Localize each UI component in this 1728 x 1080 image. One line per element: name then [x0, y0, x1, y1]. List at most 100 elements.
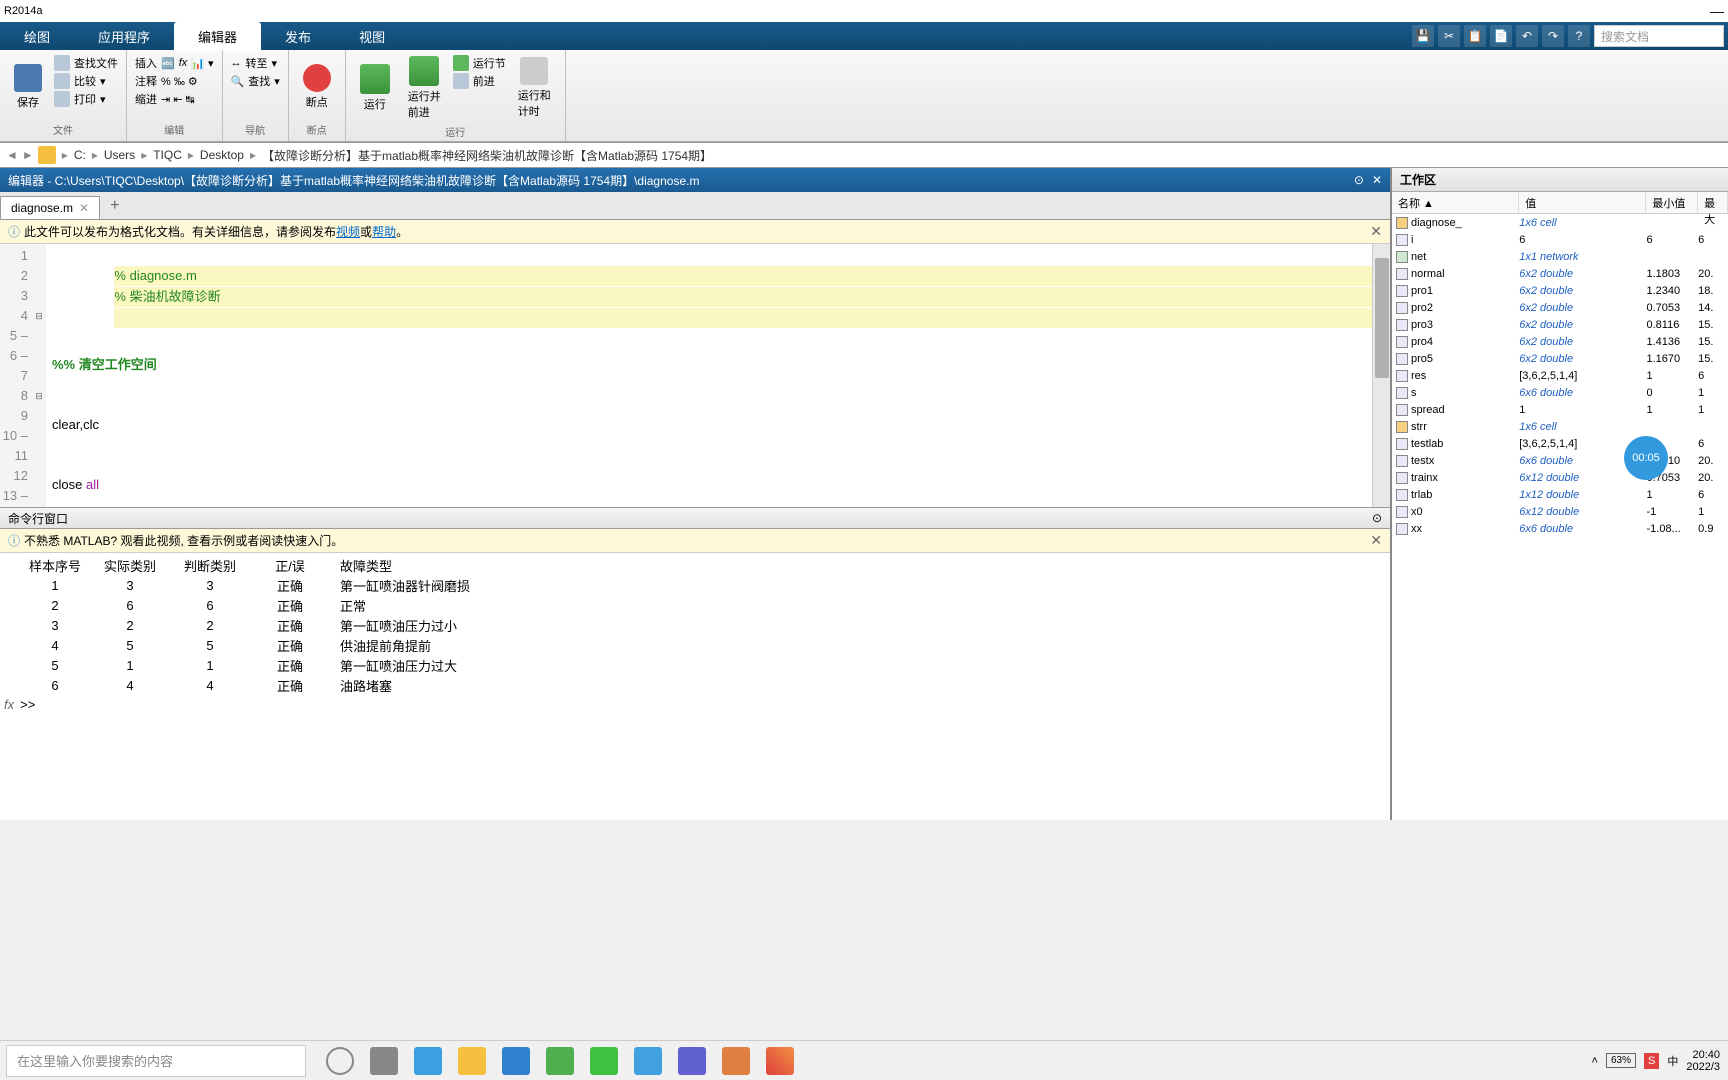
insert-button[interactable]: 插入 🔤 fx 📊 ▾ — [135, 54, 214, 72]
task-app1-icon[interactable] — [678, 1047, 706, 1075]
breadcrumb-desktop[interactable]: Desktop — [200, 148, 244, 162]
cmd-getstarted-link[interactable]: 快速入门 — [283, 532, 331, 549]
cmd-banner-close-icon[interactable]: ✕ — [1370, 532, 1382, 549]
file-tab-close-icon[interactable]: ✕ — [79, 201, 89, 215]
workspace-variable-row[interactable]: pro46x2 double1.413615. — [1392, 333, 1728, 350]
workspace-variable-row[interactable]: testx6x6 double0.661020. — [1392, 452, 1728, 469]
cut-icon[interactable]: ✂ — [1438, 25, 1460, 47]
cmd-examples-link[interactable]: 示例 — [211, 532, 235, 549]
workspace-variable-row[interactable]: trainx6x12 double0.705320. — [1392, 469, 1728, 486]
advance-button[interactable]: 前进 — [453, 72, 506, 90]
run-time-button[interactable]: 运行和 计时 — [512, 54, 557, 122]
workspace-variable-row[interactable]: normal6x2 double1.180320. — [1392, 265, 1728, 282]
breadcrumb-drive[interactable]: C: — [74, 148, 86, 162]
editor-scrollbar[interactable] — [1372, 244, 1390, 507]
workspace-variable-row[interactable]: s6x6 double01 — [1392, 384, 1728, 401]
redo-icon[interactable]: ↷ — [1542, 25, 1564, 47]
file-tab-active[interactable]: diagnose.m ✕ — [0, 196, 100, 219]
breadcrumb-users[interactable]: Users — [104, 148, 135, 162]
tray-time[interactable]: 20:40 — [1686, 1049, 1720, 1061]
workspace-variable-row[interactable]: pro16x2 double1.234018. — [1392, 282, 1728, 299]
workspace-variable-row[interactable]: trlab1x12 double16 — [1392, 486, 1728, 503]
tab-publish[interactable]: 发布 — [261, 22, 335, 51]
cmd-video-link[interactable]: 视频 — [156, 532, 180, 549]
new-file-tab-button[interactable]: + — [100, 193, 129, 219]
workspace-panel-title: 工作区 — [1392, 168, 1728, 192]
undo-icon[interactable]: ↶ — [1516, 25, 1538, 47]
help-icon[interactable]: ? — [1568, 25, 1590, 47]
command-prompt: >> — [20, 697, 35, 712]
editor-dropdown-icon[interactable]: ⊙ — [1354, 173, 1364, 187]
task-view-icon[interactable] — [370, 1047, 398, 1075]
tray-date[interactable]: 2022/3 — [1686, 1061, 1720, 1073]
workspace-variable-row[interactable]: res[3,6,2,5,1,4]16 — [1392, 367, 1728, 384]
forward-icon[interactable]: ► — [22, 148, 34, 162]
command-window-output[interactable]: 样本序号 实际类别 判断类别 正/误 故障类型 133正确第一缸喷油器针阀磨损2… — [0, 553, 1390, 820]
breadcrumb-user[interactable]: TIQC — [153, 148, 182, 162]
workspace-variable-row[interactable]: diagnose_1x6 cell — [1392, 214, 1728, 231]
task-app2-icon[interactable] — [722, 1047, 750, 1075]
code-editor[interactable]: 123 45 –6 – 789 10 –1112 13 –1415 16 –17… — [0, 244, 1390, 507]
task-edge-icon[interactable] — [414, 1047, 442, 1075]
workspace-variable-row[interactable]: net1x1 network — [1392, 248, 1728, 265]
run-advance-button[interactable]: 运行并 前进 — [402, 54, 447, 122]
print-button[interactable]: 打印 ▾ — [54, 90, 118, 108]
battery-indicator[interactable]: 63% — [1606, 1053, 1636, 1068]
search-docs-input[interactable]: 搜索文档 — [1594, 25, 1724, 47]
folder-icon[interactable] — [38, 146, 56, 164]
run-button[interactable]: 运行 — [354, 54, 396, 122]
comment-button[interactable]: 注释 % ‰ ⚙ — [135, 72, 214, 90]
col-max[interactable]: 最大 — [1698, 192, 1728, 213]
workspace-variable-row[interactable]: xx6x6 double-1.08...0.9 — [1392, 520, 1728, 537]
help-link[interactable]: 帮助 — [372, 223, 396, 240]
tray-lang-icon[interactable]: 中 — [1667, 1053, 1678, 1069]
breadcrumb-folder[interactable]: 【故障诊断分析】基于matlab概率神经网络柴油机故障诊断【含Matlab源码 … — [262, 147, 712, 164]
workspace-variable-row[interactable]: pro36x2 double0.811615. — [1392, 316, 1728, 333]
find-files-button[interactable]: 查找文件 — [54, 54, 118, 72]
workspace-variable-row[interactable]: spread111 — [1392, 401, 1728, 418]
workspace-variable-list[interactable]: diagnose_1x6 celli666net1x1 networknorma… — [1392, 214, 1728, 820]
task-explorer-icon[interactable] — [458, 1047, 486, 1075]
save-button[interactable]: 保存 — [8, 54, 48, 120]
back-icon[interactable]: ◄ — [6, 148, 18, 162]
save-quick-icon[interactable]: 💾 — [1412, 25, 1434, 47]
windows-search-input[interactable]: 在这里输入你要搜索的内容 — [6, 1045, 306, 1077]
tab-editor[interactable]: 编辑器 — [174, 22, 261, 51]
tab-view[interactable]: 视图 — [335, 22, 409, 51]
run-section-button[interactable]: 运行节 — [453, 54, 506, 72]
indent-button[interactable]: 缩进 ⇥ ⇤ ↹ — [135, 90, 214, 108]
banner-close-icon[interactable]: ✕ — [1370, 223, 1382, 240]
col-value[interactable]: 值 — [1519, 192, 1646, 213]
paste-icon[interactable]: 📄 — [1490, 25, 1512, 47]
minimize-button[interactable]: — — [1710, 3, 1724, 19]
task-matlab-icon[interactable] — [766, 1047, 794, 1075]
task-store-icon[interactable] — [546, 1047, 574, 1075]
tab-plot[interactable]: 绘图 — [0, 22, 74, 51]
task-cortana-icon[interactable] — [326, 1047, 354, 1075]
publish-info-banner: ⓘ 此文件可以发布为格式化文档。有关详细信息，请参阅发布 视频 或 帮助 。 ✕ — [0, 220, 1390, 244]
tab-apps[interactable]: 应用程序 — [74, 22, 174, 51]
copy-icon[interactable]: 📋 — [1464, 25, 1486, 47]
workspace-variable-row[interactable]: pro26x2 double0.705314. — [1392, 299, 1728, 316]
workspace-variable-row[interactable]: testlab[3,6,2,5,1,4]16 — [1392, 435, 1728, 452]
task-mail-icon[interactable] — [502, 1047, 530, 1075]
workspace-variable-row[interactable]: strr1x6 cell — [1392, 418, 1728, 435]
goto-button[interactable]: ↔ 转至 ▾ — [231, 54, 280, 72]
compare-button[interactable]: 比较 ▾ — [54, 72, 118, 90]
ribbon: 保存 查找文件 比较 ▾ 打印 ▾ 文件 插入 🔤 fx 📊 ▾ 注释 % ‰ … — [0, 50, 1728, 142]
workspace-variable-row[interactable]: i666 — [1392, 231, 1728, 248]
find-button[interactable]: 🔍 查找 ▾ — [231, 72, 280, 90]
workspace-variable-row[interactable]: x06x12 double-11 — [1392, 503, 1728, 520]
task-ie-icon[interactable] — [634, 1047, 662, 1075]
recording-timer-badge: 00:05 — [1624, 436, 1668, 480]
cmd-dropdown-icon[interactable]: ⊙ — [1372, 511, 1382, 525]
col-min[interactable]: 最小值 — [1646, 192, 1698, 213]
editor-close-icon[interactable]: ✕ — [1372, 173, 1382, 187]
breakpoints-button[interactable]: 断点 — [297, 54, 337, 120]
tray-chevron-icon[interactable]: ˄ — [1592, 1055, 1598, 1067]
workspace-variable-row[interactable]: pro56x2 double1.167015. — [1392, 350, 1728, 367]
col-name[interactable]: 名称 ▲ — [1392, 192, 1519, 213]
tray-ime-icon[interactable]: S — [1644, 1053, 1659, 1069]
task-wechat-icon[interactable] — [590, 1047, 618, 1075]
video-link[interactable]: 视频 — [336, 223, 360, 240]
